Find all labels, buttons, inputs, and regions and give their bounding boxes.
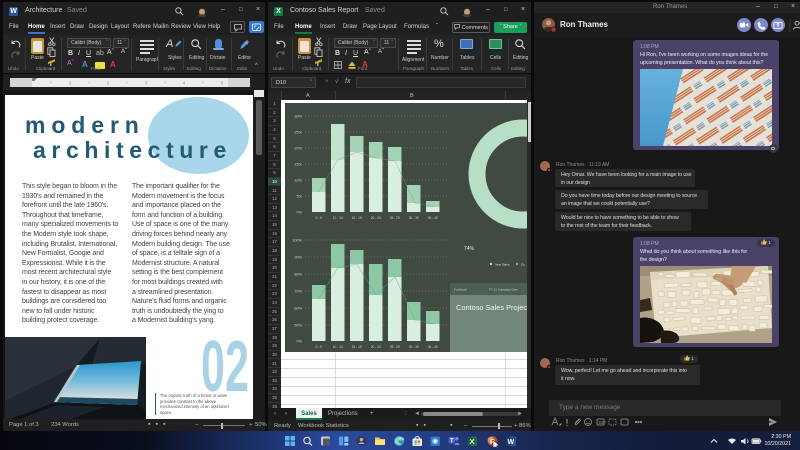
svg-text:36 - 40: 36 - 40 [428, 216, 438, 220]
svg-text:30%: 30% [294, 114, 302, 118]
svg-text:Fontbook: Fontbook [454, 288, 467, 292]
svg-text:0 - 9: 0 - 9 [316, 216, 323, 220]
svg-text:20 - 24: 20 - 24 [371, 345, 381, 349]
svg-text:10 - 14: 10 - 14 [333, 345, 343, 349]
svg-text:T: T [450, 439, 454, 445]
svg-text:15 - 19: 15 - 19 [352, 216, 362, 220]
svg-text:25%: 25% [294, 130, 302, 134]
svg-text:50%: 50% [294, 323, 302, 327]
svg-text:1: 1 [69, 81, 72, 86]
svg-text:70%: 70% [294, 289, 302, 293]
svg-text:0%: 0% [297, 339, 303, 343]
svg-text:10%: 10% [294, 178, 302, 182]
svg-text:X: X [470, 437, 475, 446]
svg-text:100%: 100% [292, 238, 302, 242]
svg-text:80%: 80% [294, 272, 302, 276]
svg-text:30 - 35: 30 - 35 [409, 345, 419, 349]
svg-text:0%: 0% [297, 210, 303, 214]
svg-text:5%: 5% [297, 194, 303, 198]
svg-text:FY 21 Company Over: FY 21 Company Over [489, 288, 518, 292]
svg-text:30 - 35: 30 - 35 [409, 216, 419, 220]
svg-text:25 - 29: 25 - 29 [390, 345, 400, 349]
svg-text:74%: 74% [464, 246, 475, 252]
svg-text:15%: 15% [294, 162, 302, 166]
svg-text:90%: 90% [294, 255, 302, 259]
svg-text:20 - 24: 20 - 24 [371, 216, 381, 220]
svg-text:3: 3 [145, 81, 148, 86]
svg-text:5: 5 [221, 81, 224, 86]
svg-text:Contoso Sales Projectio: Contoso Sales Projectio [456, 303, 527, 312]
svg-text:25 - 29: 25 - 29 [390, 216, 400, 220]
svg-text:60%: 60% [294, 306, 302, 310]
svg-text:Cu: Cu [521, 263, 525, 267]
svg-text:New Sales: New Sales [495, 263, 510, 267]
svg-text:GIF: GIF [599, 420, 607, 425]
svg-text:20%: 20% [294, 146, 302, 150]
svg-text:10 - 14: 10 - 14 [333, 216, 343, 220]
svg-text:2: 2 [107, 81, 110, 86]
svg-text:02: 02 [201, 338, 249, 394]
svg-text:15 - 19: 15 - 19 [352, 345, 362, 349]
svg-text:4: 4 [183, 81, 186, 86]
svg-text:W: W [508, 439, 515, 446]
svg-text:36 - 40: 36 - 40 [428, 345, 438, 349]
svg-text:0 - 9: 0 - 9 [316, 345, 323, 349]
